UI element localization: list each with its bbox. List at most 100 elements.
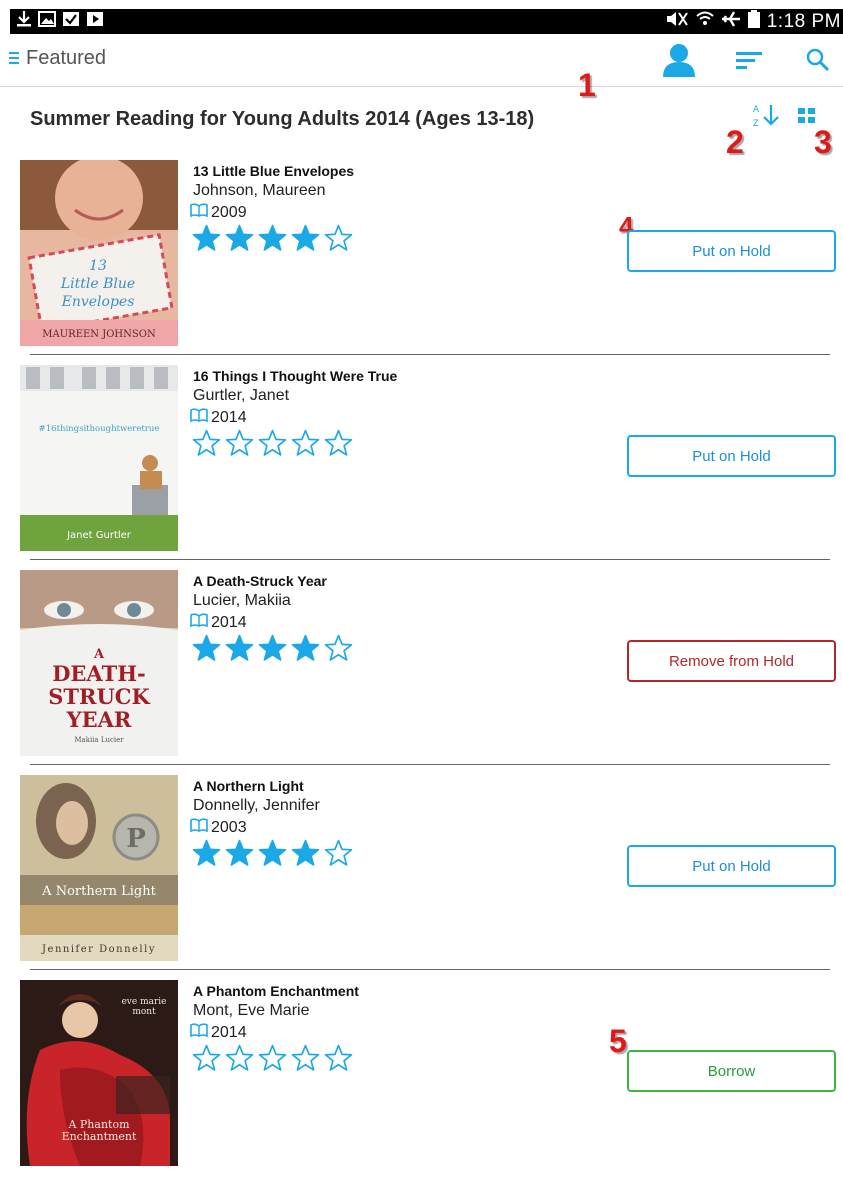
put-on-hold-button[interactable]: Put on Hold <box>627 435 836 477</box>
book-author: Lucier, Makiia <box>193 592 291 609</box>
cover-author: Janet Gurtler <box>66 530 132 541</box>
cover-text: eve marie <box>121 997 166 1007</box>
book-cover[interactable]: #16thingsithoughtweretrue Janet Gurtler <box>20 365 178 551</box>
book-list-item[interactable]: #16thingsithoughtweretrue Janet Gurtler … <box>0 365 843 570</box>
cover-text: P <box>126 824 146 854</box>
image-icon <box>38 11 56 32</box>
rating-stars <box>191 224 354 252</box>
book-list-item[interactable]: 13 Little Blue Envelopes MAUREEN JOHNSON… <box>0 160 843 365</box>
put-on-hold-button[interactable]: Put on Hold <box>627 230 836 272</box>
mute-icon <box>665 10 689 34</box>
play-store-icon <box>86 11 104 32</box>
star-empty-icon <box>324 1044 353 1071</box>
ebook-icon <box>190 203 208 222</box>
star-filled-icon <box>291 839 320 866</box>
rating-stars <box>191 429 354 457</box>
divider <box>30 559 830 560</box>
collection-title: Summer Reading for Young Adults 2014 (Ag… <box>30 108 535 130</box>
search-icon[interactable] <box>798 42 838 78</box>
book-cover[interactable]: eve marie mont A Phantom Enchantment <box>20 980 178 1166</box>
cover-text: Enchantment <box>62 1130 137 1143</box>
star-empty-icon <box>324 634 353 661</box>
ebook-icon <box>190 613 208 632</box>
star-empty-icon <box>324 839 353 866</box>
header-title[interactable]: Featured <box>26 47 106 70</box>
star-filled-icon <box>258 634 287 661</box>
battery-icon <box>747 9 760 34</box>
app-header: Featured <box>0 34 843 87</box>
star-filled-icon <box>291 634 320 661</box>
book-title[interactable]: A Phantom Enchantment <box>193 983 359 999</box>
notification-icons <box>16 10 104 33</box>
remove-from-hold-button[interactable]: Remove from Hold <box>627 640 836 682</box>
book-list-item[interactable]: P A Northern Light Jennifer Donnelly A N… <box>0 775 843 980</box>
cover-text: A Northern Light <box>41 884 156 899</box>
book-title[interactable]: 16 Things I Thought Were True <box>193 368 397 384</box>
book-format: 2009 <box>190 203 247 222</box>
menu-icon[interactable] <box>9 52 19 64</box>
cover-author: Makiia Lucier <box>74 736 124 744</box>
cover-text: A <box>93 647 105 662</box>
status-bar: 1:18 PM <box>10 9 843 34</box>
annotation-2: 2 <box>726 124 744 160</box>
cover-text: YEAR <box>66 707 132 732</box>
book-cover[interactable]: P A Northern Light Jennifer Donnelly <box>20 775 178 961</box>
book-title[interactable]: A Northern Light <box>193 778 304 794</box>
borrow-button[interactable]: Borrow <box>627 1050 836 1092</box>
star-empty-icon <box>291 1044 320 1071</box>
star-filled-icon <box>192 224 221 251</box>
sort-az-icon[interactable]: A Z <box>749 100 781 132</box>
svg-text:A: A <box>753 104 759 114</box>
book-title[interactable]: A Death-Struck Year <box>193 573 327 589</box>
clock: 1:18 PM <box>766 10 841 32</box>
book-format: 2014 <box>190 1023 247 1042</box>
book-author: Gurtler, Janet <box>193 387 290 404</box>
ebook-icon <box>190 408 208 427</box>
book-format: 2003 <box>190 818 247 837</box>
book-author: Mont, Eve Marie <box>193 1002 310 1019</box>
download-icon <box>16 10 32 33</box>
divider <box>30 354 830 355</box>
rating-stars <box>191 839 354 867</box>
annotation-3: 3 <box>814 124 832 160</box>
star-empty-icon <box>225 429 254 456</box>
cover-text: STRUCK <box>48 684 150 709</box>
book-cover[interactable]: A DEATH- STRUCK YEAR Makiia Lucier <box>20 570 178 756</box>
star-empty-icon <box>291 429 320 456</box>
divider <box>30 969 830 970</box>
star-filled-icon <box>192 634 221 661</box>
cover-text: Little Blue <box>60 276 135 292</box>
book-author: Johnson, Maureen <box>193 182 326 199</box>
cover-text: DEATH- <box>52 661 146 686</box>
book-title[interactable]: 13 Little Blue Envelopes <box>193 163 354 179</box>
cover-text: mont <box>132 1007 156 1017</box>
book-year: 2014 <box>211 613 247 631</box>
svg-text:Z: Z <box>753 118 759 128</box>
book-list-item[interactable]: A DEATH- STRUCK YEAR Makiia Lucier A Dea… <box>0 570 843 775</box>
ebook-icon <box>190 1023 208 1042</box>
book-year: 2009 <box>211 203 247 221</box>
book-list-item[interactable]: eve marie mont A Phantom Enchantment A P… <box>0 980 843 1185</box>
put-on-hold-button[interactable]: Put on Hold <box>627 845 836 887</box>
star-empty-icon <box>192 1044 221 1071</box>
cover-author: Jennifer Donnelly <box>41 944 156 955</box>
filter-icon[interactable] <box>729 42 769 78</box>
book-year: 2003 <box>211 818 247 836</box>
wifi-icon <box>696 10 714 34</box>
book-format: 2014 <box>190 408 247 427</box>
book-cover[interactable]: 13 Little Blue Envelopes MAUREEN JOHNSON <box>20 160 178 346</box>
star-empty-icon <box>324 224 353 251</box>
rating-stars <box>191 634 354 662</box>
star-filled-icon <box>225 224 254 251</box>
account-icon[interactable] <box>659 42 699 78</box>
star-filled-icon <box>192 839 221 866</box>
system-status: 1:18 PM <box>665 9 841 34</box>
star-empty-icon <box>258 429 287 456</box>
book-author: Donnelly, Jennifer <box>193 797 320 814</box>
star-filled-icon <box>225 634 254 661</box>
cover-text: 13 <box>89 258 107 274</box>
book-year: 2014 <box>211 408 247 426</box>
star-empty-icon <box>258 1044 287 1071</box>
star-filled-icon <box>258 224 287 251</box>
airplane-icon <box>721 10 741 34</box>
